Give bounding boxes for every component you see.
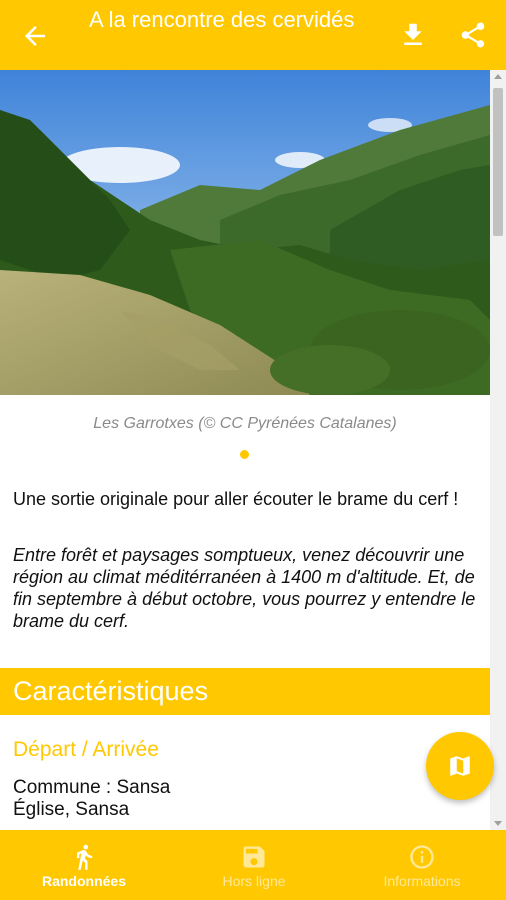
back-arrow-icon[interactable] bbox=[20, 21, 50, 51]
commune-info: Commune : Sansa Église, Sansa bbox=[13, 777, 170, 821]
scroll-down-icon[interactable] bbox=[494, 821, 502, 826]
nav-label-informations: Informations bbox=[383, 873, 461, 889]
nav-randonnees[interactable]: Randonnées bbox=[20, 830, 148, 900]
download-icon[interactable] bbox=[398, 20, 428, 50]
commune-line: Commune : Sansa bbox=[13, 777, 171, 798]
hiker-icon bbox=[70, 843, 98, 871]
map-icon bbox=[450, 756, 470, 776]
bottom-navigation: Randonnées Hors ligne Informations bbox=[0, 830, 506, 900]
intro-text: Une sortie originale pour aller écouter … bbox=[13, 489, 459, 509]
characteristics-heading: Caractéristiques bbox=[0, 668, 490, 715]
nav-label-randonnees: Randonnées bbox=[41, 873, 126, 889]
scrollbar[interactable] bbox=[490, 70, 506, 830]
scrollbar-thumb[interactable] bbox=[493, 88, 503, 236]
carousel-indicator bbox=[240, 450, 249, 459]
app-bar: A la rencontre des cervidés bbox=[0, 0, 506, 70]
place-line: Église, Sansa bbox=[13, 799, 130, 820]
floppy-disk-icon bbox=[240, 843, 268, 871]
info-icon bbox=[408, 843, 436, 871]
nav-label-hors-ligne: Hors ligne bbox=[222, 873, 286, 889]
scroll-up-icon[interactable] bbox=[494, 74, 502, 79]
description-text: Entre forêt et paysages somptueux, venez… bbox=[13, 545, 476, 631]
scroll-content[interactable]: Les Garrotxes (© CC Pyrénées Catalanes) … bbox=[0, 70, 490, 830]
page-title: A la rencontre des cervidés bbox=[89, 7, 355, 32]
departure-heading: Départ / Arrivée bbox=[13, 738, 159, 761]
hero-photo[interactable] bbox=[0, 70, 490, 395]
nav-hors-ligne[interactable]: Hors ligne bbox=[190, 830, 318, 900]
share-icon[interactable] bbox=[458, 20, 488, 50]
photo-caption: Les Garrotxes (© CC Pyrénées Catalanes) bbox=[93, 415, 397, 432]
map-button[interactable] bbox=[426, 732, 494, 800]
nav-informations[interactable]: Informations bbox=[358, 830, 486, 900]
